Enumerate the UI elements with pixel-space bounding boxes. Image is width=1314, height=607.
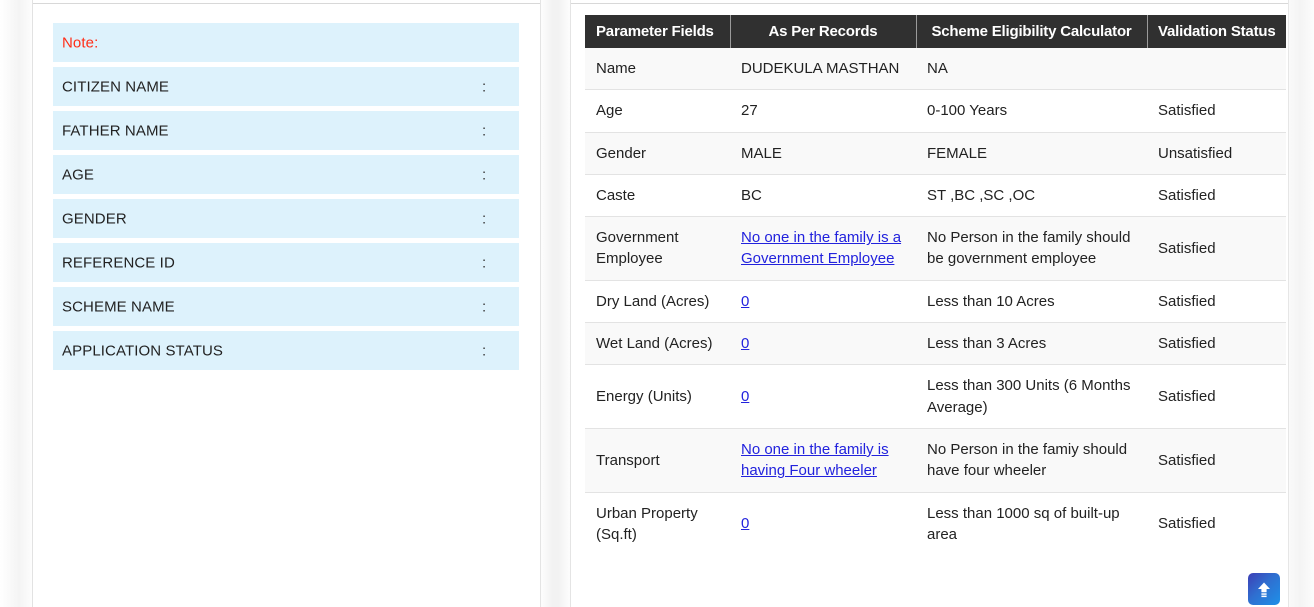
cell-as-per-records[interactable]: 0	[730, 279, 916, 323]
page-root: Note: CITIZEN NAME: FATHER NAME: AGE: GENDER…	[0, 0, 1314, 607]
table-row: Gender MALE FEMALE Unsatisfied	[585, 131, 1286, 175]
detail-label: Note:	[62, 34, 99, 51]
record-value-link[interactable]: 0	[741, 515, 749, 532]
citizen-details-panel: Note: CITIZEN NAME: FATHER NAME: AGE: GENDER…	[34, 4, 540, 607]
detail-colon: :	[482, 166, 487, 183]
table-row: Age 27 0-100 Years Satisfied	[585, 89, 1286, 133]
table-row: Wet Land (Acres) 0 Less than 3 Acres Satisf…	[585, 322, 1286, 365]
note-row: Note:	[53, 23, 519, 62]
column-header-validation-status: Validation Status	[1146, 15, 1286, 48]
table-row: Government Employee No one in the family …	[585, 216, 1286, 281]
cell-parameter-field: Government Employee	[585, 216, 730, 281]
detail-colon: :	[482, 210, 487, 227]
detail-colon: :	[482, 342, 487, 359]
table-row: Urban Property (Sq.ft) 0 Less than 1000 sq…	[585, 491, 1286, 556]
scroll-to-top-button[interactable]	[1248, 573, 1280, 605]
cell-scheme-eligibility-calculator: Less than 1000 sq of built-up area	[916, 491, 1147, 556]
cell-scheme-eligibility-calculator: Less than 10 Acres	[916, 279, 1147, 323]
detail-label: GENDER	[62, 210, 127, 227]
detail-colon: :	[482, 254, 487, 271]
detail-label: AGE	[62, 166, 94, 183]
cell-as-per-records[interactable]: 0	[730, 364, 916, 429]
detail-row: AGE:	[53, 155, 519, 194]
cell-scheme-eligibility-calculator: FEMALE	[916, 131, 1147, 175]
cell-parameter-field: Energy (Units)	[585, 364, 730, 429]
column-header-as-per-records: As Per Records	[729, 15, 917, 48]
cell-parameter-field: Age	[585, 89, 730, 133]
cell-validation-status: Satisfied	[1147, 322, 1286, 365]
cell-validation-status: Satisfied	[1147, 427, 1286, 493]
table-header: Parameter Fields As Per Records Scheme E…	[585, 15, 1286, 48]
cell-as-per-records: 27	[730, 89, 916, 133]
detail-label: FATHER NAME	[62, 122, 169, 139]
cell-parameter-field: Wet Land (Acres)	[585, 322, 730, 365]
parameter-validation-table: Parameter Fields As Per Records Scheme E…	[585, 15, 1286, 556]
record-value-link[interactable]: 0	[741, 388, 749, 405]
record-value-link[interactable]: No one in the family is having Four whee…	[741, 441, 889, 479]
detail-label: SCHEME NAME	[62, 298, 175, 315]
detail-row: CITIZEN NAME:	[53, 67, 519, 106]
cell-validation-status: Satisfied	[1147, 279, 1286, 323]
detail-row: FATHER NAME:	[53, 111, 519, 150]
left-gutter	[0, 0, 33, 607]
cell-validation-status: Satisfied	[1147, 491, 1286, 556]
cell-as-per-records: DUDEKULA MASTHAN	[730, 48, 916, 90]
record-value-link[interactable]: 0	[741, 335, 749, 352]
table-row: Name DUDEKULA MASTHAN NA	[585, 48, 1286, 90]
record-value-link[interactable]: 0	[741, 293, 749, 310]
table-header-row: Parameter Fields As Per Records Scheme E…	[585, 15, 1286, 48]
cell-scheme-eligibility-calculator: 0-100 Years	[916, 89, 1147, 133]
detail-colon: :	[482, 122, 487, 139]
cell-parameter-field: Transport	[585, 427, 730, 493]
cell-as-per-records[interactable]: No one in the family is having Four whee…	[730, 427, 916, 493]
arrow-up-icon	[1258, 582, 1270, 597]
cell-validation-status	[1147, 48, 1286, 90]
cell-as-per-records[interactable]: 0	[730, 322, 916, 365]
cell-scheme-eligibility-calculator: No Person in the famiy should have four …	[916, 427, 1147, 493]
detail-label: APPLICATION STATUS	[62, 342, 223, 359]
detail-colon: :	[482, 298, 487, 315]
cell-as-per-records: BC	[730, 173, 916, 217]
cell-parameter-field: Urban Property (Sq.ft)	[585, 491, 730, 556]
panel-divider-gutter	[540, 0, 571, 607]
detail-colon: :	[482, 78, 487, 95]
table-row: Energy (Units) 0 Less than 300 Units (6 Mo…	[585, 364, 1286, 429]
cell-scheme-eligibility-calculator: Less than 300 Units (6 Months Average)	[916, 364, 1147, 429]
detail-row: SCHEME NAME:	[53, 287, 519, 326]
detail-row: APPLICATION STATUS:	[53, 331, 519, 370]
table-row: Dry Land (Acres) 0 Less than 10 Acres Satis…	[585, 279, 1286, 323]
detail-label: REFERENCE ID	[62, 254, 175, 271]
cell-as-per-records: MALE	[730, 131, 916, 175]
eligibility-panel: Parameter Fields As Per Records Scheme E…	[572, 4, 1288, 607]
table-body: Name DUDEKULA MASTHAN NA Age 27 0-100 Years Sa…	[585, 48, 1286, 556]
cell-scheme-eligibility-calculator: NA	[916, 48, 1147, 90]
cell-scheme-eligibility-calculator: Less than 3 Acres	[916, 322, 1147, 365]
detail-label: CITIZEN NAME	[62, 78, 170, 95]
table-row: Caste BC ST ,BC ,SC ,OC Satisfied	[585, 173, 1286, 217]
cell-as-per-records[interactable]: No one in the family is a Government Emp…	[730, 216, 916, 281]
right-gutter	[1288, 0, 1314, 607]
column-header-parameter-fields: Parameter Fields	[585, 15, 731, 48]
cell-validation-status: Satisfied	[1147, 173, 1286, 217]
cell-parameter-field: Caste	[585, 173, 730, 217]
cell-as-per-records[interactable]: 0	[730, 491, 916, 556]
citizen-details-list: Note: CITIZEN NAME: FATHER NAME: AGE: GENDER…	[53, 23, 519, 375]
cell-parameter-field: Dry Land (Acres)	[585, 279, 730, 323]
column-header-scheme-eligibility-calculator: Scheme Eligibility Calculator	[915, 15, 1148, 48]
cell-scheme-eligibility-calculator: No Person in the family should be govern…	[916, 216, 1147, 281]
record-value-link[interactable]: No one in the family is a Government Emp…	[741, 229, 901, 267]
table-row: Transport No one in the family is having …	[585, 427, 1286, 493]
cell-scheme-eligibility-calculator: ST ,BC ,SC ,OC	[916, 173, 1147, 217]
cell-parameter-field: Gender	[585, 131, 730, 175]
cell-parameter-field: Name	[585, 48, 730, 90]
cell-validation-status: Unsatisfied	[1147, 131, 1286, 175]
cell-validation-status: Satisfied	[1147, 364, 1286, 429]
detail-row: REFERENCE ID:	[53, 243, 519, 282]
cell-validation-status: Satisfied	[1147, 89, 1286, 133]
cell-validation-status: Satisfied	[1147, 216, 1286, 281]
detail-row: GENDER:	[53, 199, 519, 238]
